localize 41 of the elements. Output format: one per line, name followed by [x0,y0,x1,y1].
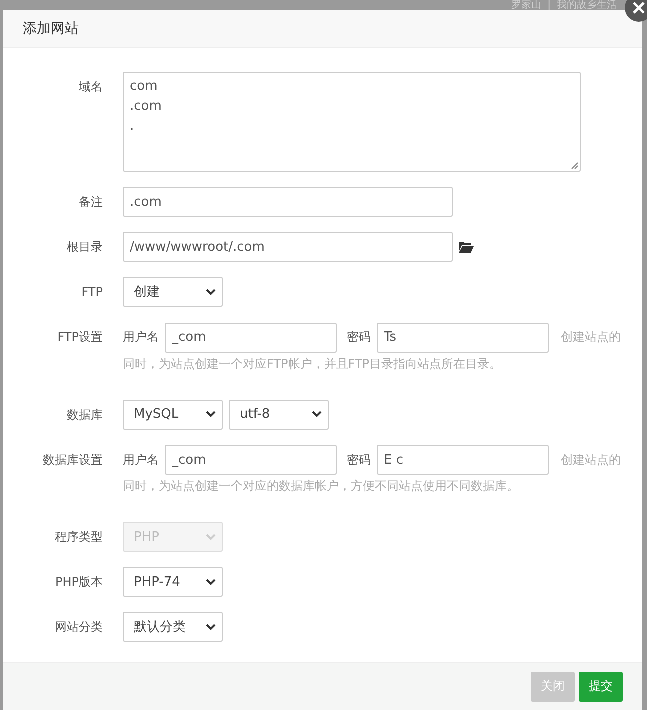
domain-textarea[interactable]: com .com . [123,72,581,172]
dropdown[interactable]: utf-8 [229,400,329,430]
chevron-down-icon [206,534,216,541]
dropdown[interactable]: 默认分类 [123,612,223,642]
ftp-password-input[interactable]: Ts [377,322,549,353]
dropdown[interactable]: MySQL [123,400,223,430]
chevron-down-icon [206,411,216,418]
field-label: FTP [80,284,104,301]
field-label: FTP设置 [56,329,104,346]
remark-input[interactable]: .com [123,187,453,217]
db-username-input[interactable]: _com [165,445,337,476]
resize-grip-icon[interactable] [571,162,579,170]
dropdown[interactable]: 创建 [123,277,223,307]
dropdown[interactable]: PHP-74 [123,567,223,598]
root-directory-input[interactable]: /www/wwwroot/.com [123,232,453,262]
field-label: 域名 [78,79,104,96]
field-label: 数据库设置 [42,452,104,469]
password-label: 密码 [347,330,371,344]
field-label: 根目录 [66,239,104,256]
chevron-down-icon [206,288,216,296]
password-label: 密码 [347,452,371,467]
field-label: PHP版本 [54,574,104,592]
chevron-down-icon [312,411,322,418]
hint-text: 同时，为站点创建一个对应的数据库帐户，方便不同站点使用不同数据库。 [123,478,519,496]
close-icon [632,1,646,15]
hint-text: 同时，为站点创建一个对应FTP帐户，并且FTP目录指向站点所在目录。 [123,356,502,373]
field-label: 备注 [78,194,104,211]
chevron-down-icon [206,578,216,586]
db-password-input[interactable]: E c [377,445,549,476]
field-label: 数据库 [66,406,104,424]
hint-text: 创建站点的 [561,330,621,344]
username-label: 用户名 [123,452,159,467]
chevron-down-icon [206,624,216,631]
field-label: 程序类型 [54,529,104,546]
ftp-username-input[interactable]: _com [165,322,337,353]
hint-text: 创建站点的 [561,452,621,467]
username-label: 用户名 [123,330,159,344]
field-label: 网站分类 [54,619,104,636]
dialog-title: 添加网站 [23,20,79,38]
separator-text: | [548,0,551,11]
folder-icon[interactable] [459,241,474,253]
